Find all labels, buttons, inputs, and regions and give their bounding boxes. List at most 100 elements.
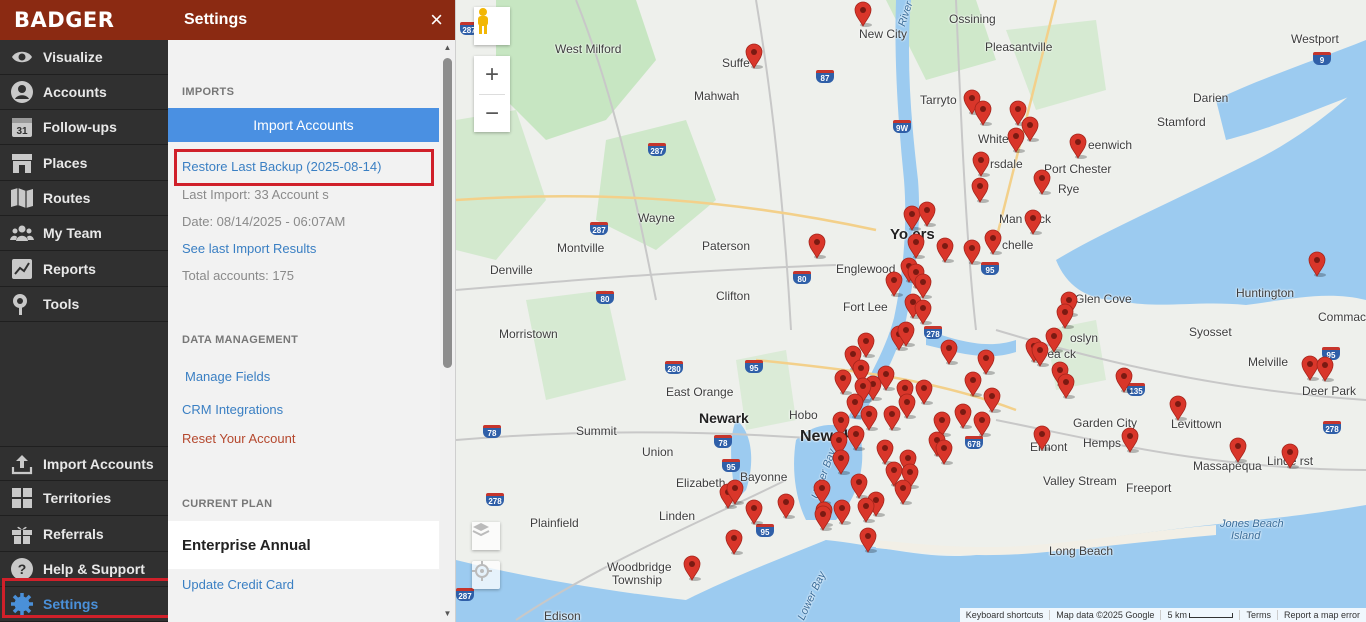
map-pin-icon[interactable] <box>745 43 763 69</box>
map-label: Island <box>1231 530 1261 542</box>
map-pin-icon[interactable] <box>725 529 743 555</box>
restore-highlight-box <box>174 149 434 186</box>
map-pin-icon[interactable] <box>726 479 744 505</box>
my-location-icon[interactable] <box>472 561 500 589</box>
nav-item-visualize[interactable]: Visualize <box>0 40 168 75</box>
map-label: Denville <box>490 263 533 277</box>
map-pin-icon[interactable] <box>1229 437 1247 463</box>
map-pin-icon[interactable] <box>745 499 763 525</box>
manage-fields-link[interactable]: Manage Fields <box>185 369 270 384</box>
crm-integrations-link[interactable]: CRM Integrations <box>182 402 283 417</box>
map-label: Melville <box>1248 355 1289 369</box>
map-pin-icon[interactable] <box>814 505 832 531</box>
map-pin-icon[interactable] <box>964 371 982 397</box>
nav-item-my-team[interactable]: My Team <box>0 216 168 251</box>
map-pin-icon[interactable] <box>972 151 990 177</box>
map-pin-icon[interactable] <box>857 497 875 523</box>
map-pin-icon[interactable] <box>914 299 932 325</box>
map-pin-icon[interactable] <box>885 271 903 297</box>
map-pin-icon[interactable] <box>973 411 991 437</box>
map-label: Clifton <box>716 289 751 303</box>
map-pin-icon[interactable] <box>808 233 826 259</box>
highway-shield-icon: 78 <box>483 425 501 438</box>
map-pin-icon[interactable] <box>974 100 992 126</box>
map-pin-icon[interactable] <box>898 393 916 419</box>
map-pin-icon[interactable] <box>1024 209 1042 235</box>
map-pin-icon[interactable] <box>1121 427 1139 453</box>
map-pin-icon[interactable] <box>1056 303 1074 329</box>
map-label: Deer Park <box>1302 384 1357 398</box>
map-pin-icon[interactable] <box>971 177 989 203</box>
terms-link[interactable]: Terms <box>1239 610 1277 620</box>
reset-account-link[interactable]: Reset Your Account <box>182 431 295 446</box>
last-import-text: Last Import: 33 Account s <box>182 187 329 202</box>
zoom-out-button[interactable]: − <box>474 95 510 132</box>
map-pin-icon[interactable] <box>894 479 912 505</box>
map-pin-icon[interactable] <box>833 499 851 525</box>
map-pin-icon[interactable] <box>984 229 1002 255</box>
map-label: Rye <box>1058 182 1080 196</box>
map-label: Montville <box>557 241 605 255</box>
map-pin-icon[interactable] <box>847 425 865 451</box>
map-pin-icon[interactable] <box>1033 169 1051 195</box>
nav-item-accounts[interactable]: Accounts <box>0 75 168 110</box>
map-pin-icon[interactable] <box>683 555 701 581</box>
nav-item-follow-ups[interactable]: 31 Follow-ups <box>0 110 168 145</box>
street-view-pegman-icon[interactable] <box>474 7 510 45</box>
map-label: Stamford <box>1157 115 1206 129</box>
map-pin-icon[interactable] <box>854 1 872 27</box>
map-pin-icon[interactable] <box>1069 133 1087 159</box>
map-pin-icon[interactable] <box>832 449 850 475</box>
scrollbar-thumb[interactable] <box>443 58 452 368</box>
map-pin-icon[interactable] <box>963 239 981 265</box>
map-pin-icon[interactable] <box>1169 395 1187 421</box>
map-pin-icon[interactable] <box>936 237 954 263</box>
map-pin-icon[interactable] <box>777 493 795 519</box>
map-pin-icon[interactable] <box>915 379 933 405</box>
map-pin-icon[interactable] <box>954 403 972 429</box>
nav-label: Routes <box>43 190 91 206</box>
map-label: Syosset <box>1189 325 1232 339</box>
import-accounts-button[interactable]: Import Accounts <box>168 108 439 142</box>
map-label: Linden <box>659 509 696 523</box>
nav-item-territories[interactable]: Territories <box>0 481 168 516</box>
scale-bar[interactable]: 5 km <box>1160 610 1239 620</box>
close-icon[interactable]: × <box>430 9 443 31</box>
map-pin-icon[interactable] <box>897 321 915 347</box>
map-pin-icon[interactable] <box>1057 373 1075 399</box>
svg-text:?: ? <box>18 561 27 577</box>
nav-item-import-accounts[interactable]: Import Accounts <box>0 446 168 481</box>
map-pin-icon[interactable] <box>1007 127 1025 153</box>
highway-shield-icon: 678 <box>965 436 983 449</box>
update-credit-card-link[interactable]: Update Credit Card <box>182 577 294 592</box>
map-pin-icon[interactable] <box>940 339 958 365</box>
map-pin-icon[interactable] <box>1045 327 1063 353</box>
data-management-heading: DATA MANAGEMENT <box>182 334 299 346</box>
map-pin-icon[interactable] <box>918 201 936 227</box>
zoom-in-button[interactable]: + <box>474 56 510 94</box>
map-pin-icon[interactable] <box>935 439 953 465</box>
nav-item-tools[interactable]: Tools <box>0 287 168 322</box>
map-pin-icon[interactable] <box>1316 356 1334 382</box>
keyboard-shortcuts-link[interactable]: Keyboard shortcuts <box>960 610 1050 620</box>
nav-item-places[interactable]: Places <box>0 146 168 181</box>
nav-item-routes[interactable]: Routes <box>0 181 168 216</box>
report-map-error-link[interactable]: Report a map error <box>1276 610 1366 620</box>
nav-item-referrals[interactable]: Referrals <box>0 517 168 552</box>
map-pin-icon[interactable] <box>1281 443 1299 469</box>
nav-item-reports[interactable]: Reports <box>0 252 168 287</box>
layers-icon[interactable] <box>472 522 500 550</box>
import-results-link[interactable]: See last Import Results <box>182 241 316 256</box>
map-pin-icon[interactable] <box>834 369 852 395</box>
map-pin-icon[interactable] <box>859 527 877 553</box>
map-pin-icon[interactable] <box>1308 251 1326 277</box>
map-pin-icon[interactable] <box>1115 367 1133 393</box>
map-pin-icon[interactable] <box>983 387 1001 413</box>
map-pin-icon[interactable] <box>850 473 868 499</box>
map-canvas[interactable]: West Milford New City Ossining Pleasantv… <box>456 0 1366 622</box>
scroll-up-icon[interactable]: ▲ <box>443 43 452 52</box>
map-pin-icon[interactable] <box>907 233 925 259</box>
map-pin-icon[interactable] <box>1033 425 1051 451</box>
highway-shield-icon: 278 <box>924 326 942 339</box>
scroll-down-icon[interactable]: ▼ <box>443 609 452 618</box>
